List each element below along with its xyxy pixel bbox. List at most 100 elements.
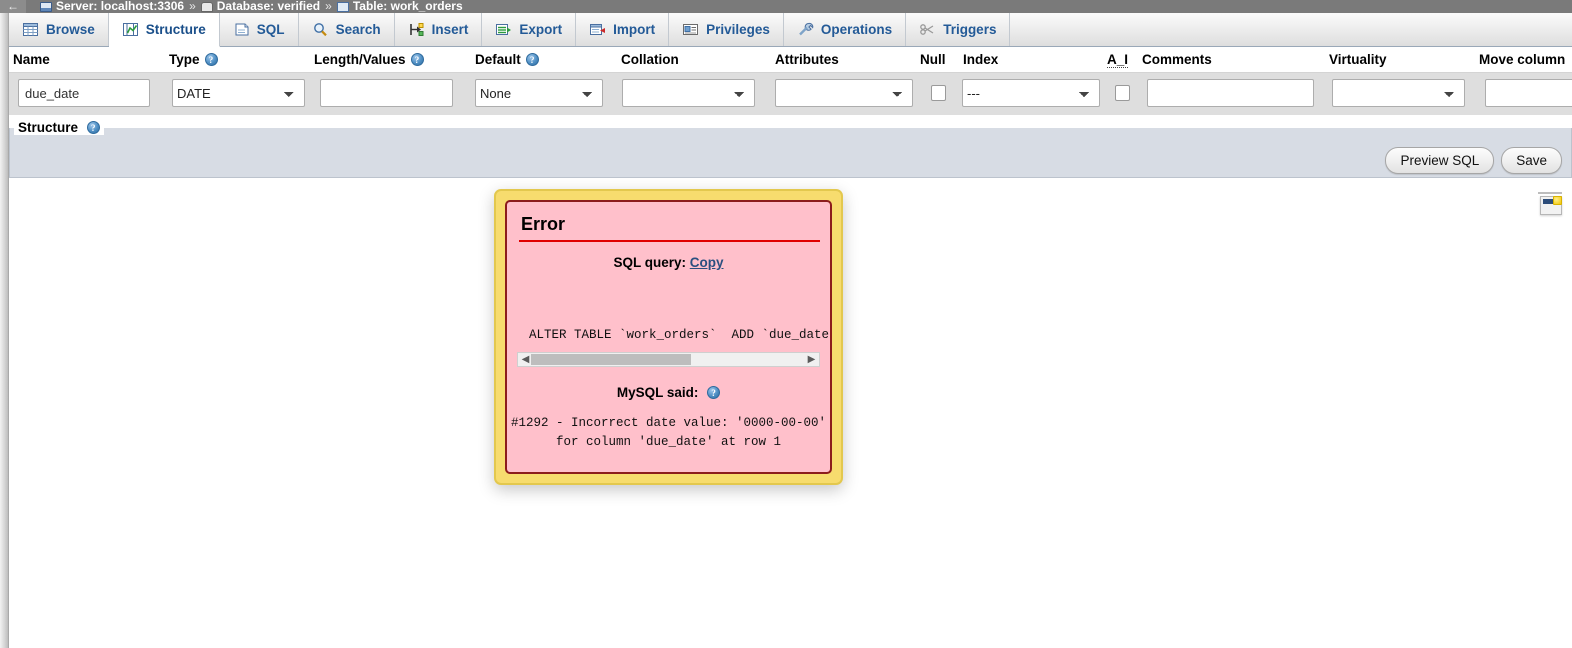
console-badge-icon xyxy=(1553,196,1562,205)
tab-structure[interactable]: Structure xyxy=(108,13,220,47)
console-window-icon[interactable] xyxy=(1540,196,1562,215)
header-attributes: Attributes xyxy=(775,52,839,67)
type-select[interactable]: DATE xyxy=(172,79,305,107)
virtuality-select[interactable] xyxy=(1332,79,1465,107)
collation-select[interactable] xyxy=(622,79,755,107)
default-select[interactable]: None xyxy=(475,79,603,107)
attributes-select[interactable] xyxy=(775,79,913,107)
sql-query-text: ALTER TABLE `work_orders` ADD `due_date` xyxy=(529,328,830,342)
triggers-icon xyxy=(920,24,934,35)
help-icon-type[interactable]: ? xyxy=(204,53,218,66)
header-comments: Comments xyxy=(1142,52,1212,67)
tab-structure-label: Structure xyxy=(145,22,206,37)
back-button[interactable]: ← xyxy=(0,0,26,13)
breadcrumb-database[interactable]: Database: verified xyxy=(200,0,321,13)
phpmyadmin-page: ← Server: localhost:3306 » Database: ver… xyxy=(0,0,1572,648)
error-dialog-body: Error SQL query: Copy ALTER TABLE `work_… xyxy=(505,200,832,474)
name-input[interactable] xyxy=(18,79,150,107)
structure-legend-label: Structure xyxy=(18,120,79,135)
help-icon-length[interactable]: ? xyxy=(410,53,424,66)
header-move-column: Move column xyxy=(1479,52,1566,67)
scroll-right-arrow-icon[interactable]: ▶ xyxy=(805,353,818,366)
tab-privileges[interactable]: Privileges xyxy=(669,13,784,46)
mysql-said-label: MySQL said: xyxy=(616,385,699,400)
help-icon-structure[interactable]: ? xyxy=(86,121,100,134)
table-icon xyxy=(336,2,349,12)
structure-icon xyxy=(122,23,138,36)
form-action-buttons: Preview SQL Save xyxy=(1385,147,1562,174)
tab-triggers[interactable]: Triggers xyxy=(906,13,1011,46)
tab-search[interactable]: Search xyxy=(298,13,395,46)
tab-browse[interactable]: Browse xyxy=(9,13,109,46)
console-divider xyxy=(1538,192,1562,194)
breadcrumb-table-label: Table: work_orders xyxy=(352,0,463,13)
tab-privileges-label: Privileges xyxy=(706,22,770,37)
structure-section-body xyxy=(9,128,1572,178)
header-null: Null xyxy=(920,52,946,67)
navigation-panel-edge[interactable] xyxy=(0,0,9,648)
mysql-said-line: MySQL said: ? xyxy=(507,385,830,400)
preview-sql-button[interactable]: Preview SQL xyxy=(1385,147,1495,174)
column-definition-row: DATE None --- xyxy=(9,73,1572,115)
header-name: Name xyxy=(13,52,50,67)
header-type: Type? xyxy=(169,52,218,67)
header-index: Index xyxy=(963,52,999,67)
tab-search-label: Search xyxy=(335,22,381,37)
tab-operations-label: Operations xyxy=(820,22,893,37)
header-a-i: A_I xyxy=(1107,52,1129,68)
tab-sql-label: SQL xyxy=(256,22,285,37)
tab-insert[interactable]: Insert xyxy=(394,13,483,46)
breadcrumb-database-label: Database: verified xyxy=(216,0,321,13)
tab-triggers-label: Triggers xyxy=(943,22,997,37)
server-icon xyxy=(40,2,52,12)
move-column-input[interactable] xyxy=(1485,79,1572,107)
sql-query-label: SQL query: xyxy=(613,255,686,270)
help-icon-default[interactable]: ? xyxy=(525,53,539,66)
sql-query-line: SQL query: Copy xyxy=(507,255,830,270)
column-header-row: Name Type? Length/Values? Default? Colla… xyxy=(9,47,1572,73)
help-icon-mysql-said[interactable]: ? xyxy=(707,386,721,399)
tab-import-label: Import xyxy=(613,22,656,37)
header-virtuality: Virtuality xyxy=(1329,52,1387,67)
breadcrumb-separator-1: » xyxy=(189,0,196,13)
main-tab-bar: Browse Structure SQL Search Insert Expor… xyxy=(9,13,1572,47)
header-length: Length/Values? xyxy=(314,52,424,67)
sql-horizontal-scrollbar[interactable]: ◀ ▶ xyxy=(517,352,820,367)
tab-export[interactable]: Export xyxy=(482,13,577,46)
copy-link[interactable]: Copy xyxy=(690,255,724,270)
tab-bar-filler xyxy=(1010,13,1572,46)
header-collation: Collation xyxy=(621,52,679,67)
null-checkbox[interactable] xyxy=(931,85,946,101)
tab-operations[interactable]: Operations xyxy=(783,13,907,46)
comments-textarea[interactable] xyxy=(1147,79,1314,107)
auto-increment-checkbox[interactable] xyxy=(1115,85,1130,101)
mysql-error-message: #1292 - Incorrect date value: '0000-00-0… xyxy=(510,416,827,449)
error-title-rule xyxy=(519,240,820,242)
breadcrumb: ← Server: localhost:3306 » Database: ver… xyxy=(0,0,1572,13)
export-icon xyxy=(496,24,512,35)
error-dialog: Error SQL query: Copy ALTER TABLE `work_… xyxy=(494,189,843,485)
length-values-input[interactable] xyxy=(320,79,453,107)
scrollbar-thumb[interactable] xyxy=(531,354,691,365)
index-select[interactable]: --- xyxy=(962,79,1100,107)
import-icon xyxy=(590,24,606,35)
save-button[interactable]: Save xyxy=(1501,147,1562,174)
tab-sql[interactable]: SQL xyxy=(219,13,299,46)
operations-icon xyxy=(799,22,814,36)
privileges-icon xyxy=(683,24,699,35)
tab-browse-label: Browse xyxy=(46,22,95,37)
breadcrumb-table[interactable]: Table: work_orders xyxy=(336,0,463,13)
structure-section-legend: Structure ? xyxy=(14,120,104,135)
header-default: Default? xyxy=(475,52,539,67)
breadcrumb-server[interactable]: Server: localhost:3306 xyxy=(40,0,184,13)
database-icon xyxy=(200,2,213,12)
tab-insert-label: Insert xyxy=(431,22,469,37)
breadcrumb-server-label: Server: localhost:3306 xyxy=(56,0,185,13)
search-icon xyxy=(313,23,327,37)
tab-export-label: Export xyxy=(519,22,563,37)
sql-icon xyxy=(235,23,249,36)
insert-icon xyxy=(409,23,424,36)
tab-import[interactable]: Import xyxy=(576,13,670,46)
browse-icon xyxy=(23,23,38,36)
breadcrumb-separator-2: » xyxy=(325,0,332,13)
